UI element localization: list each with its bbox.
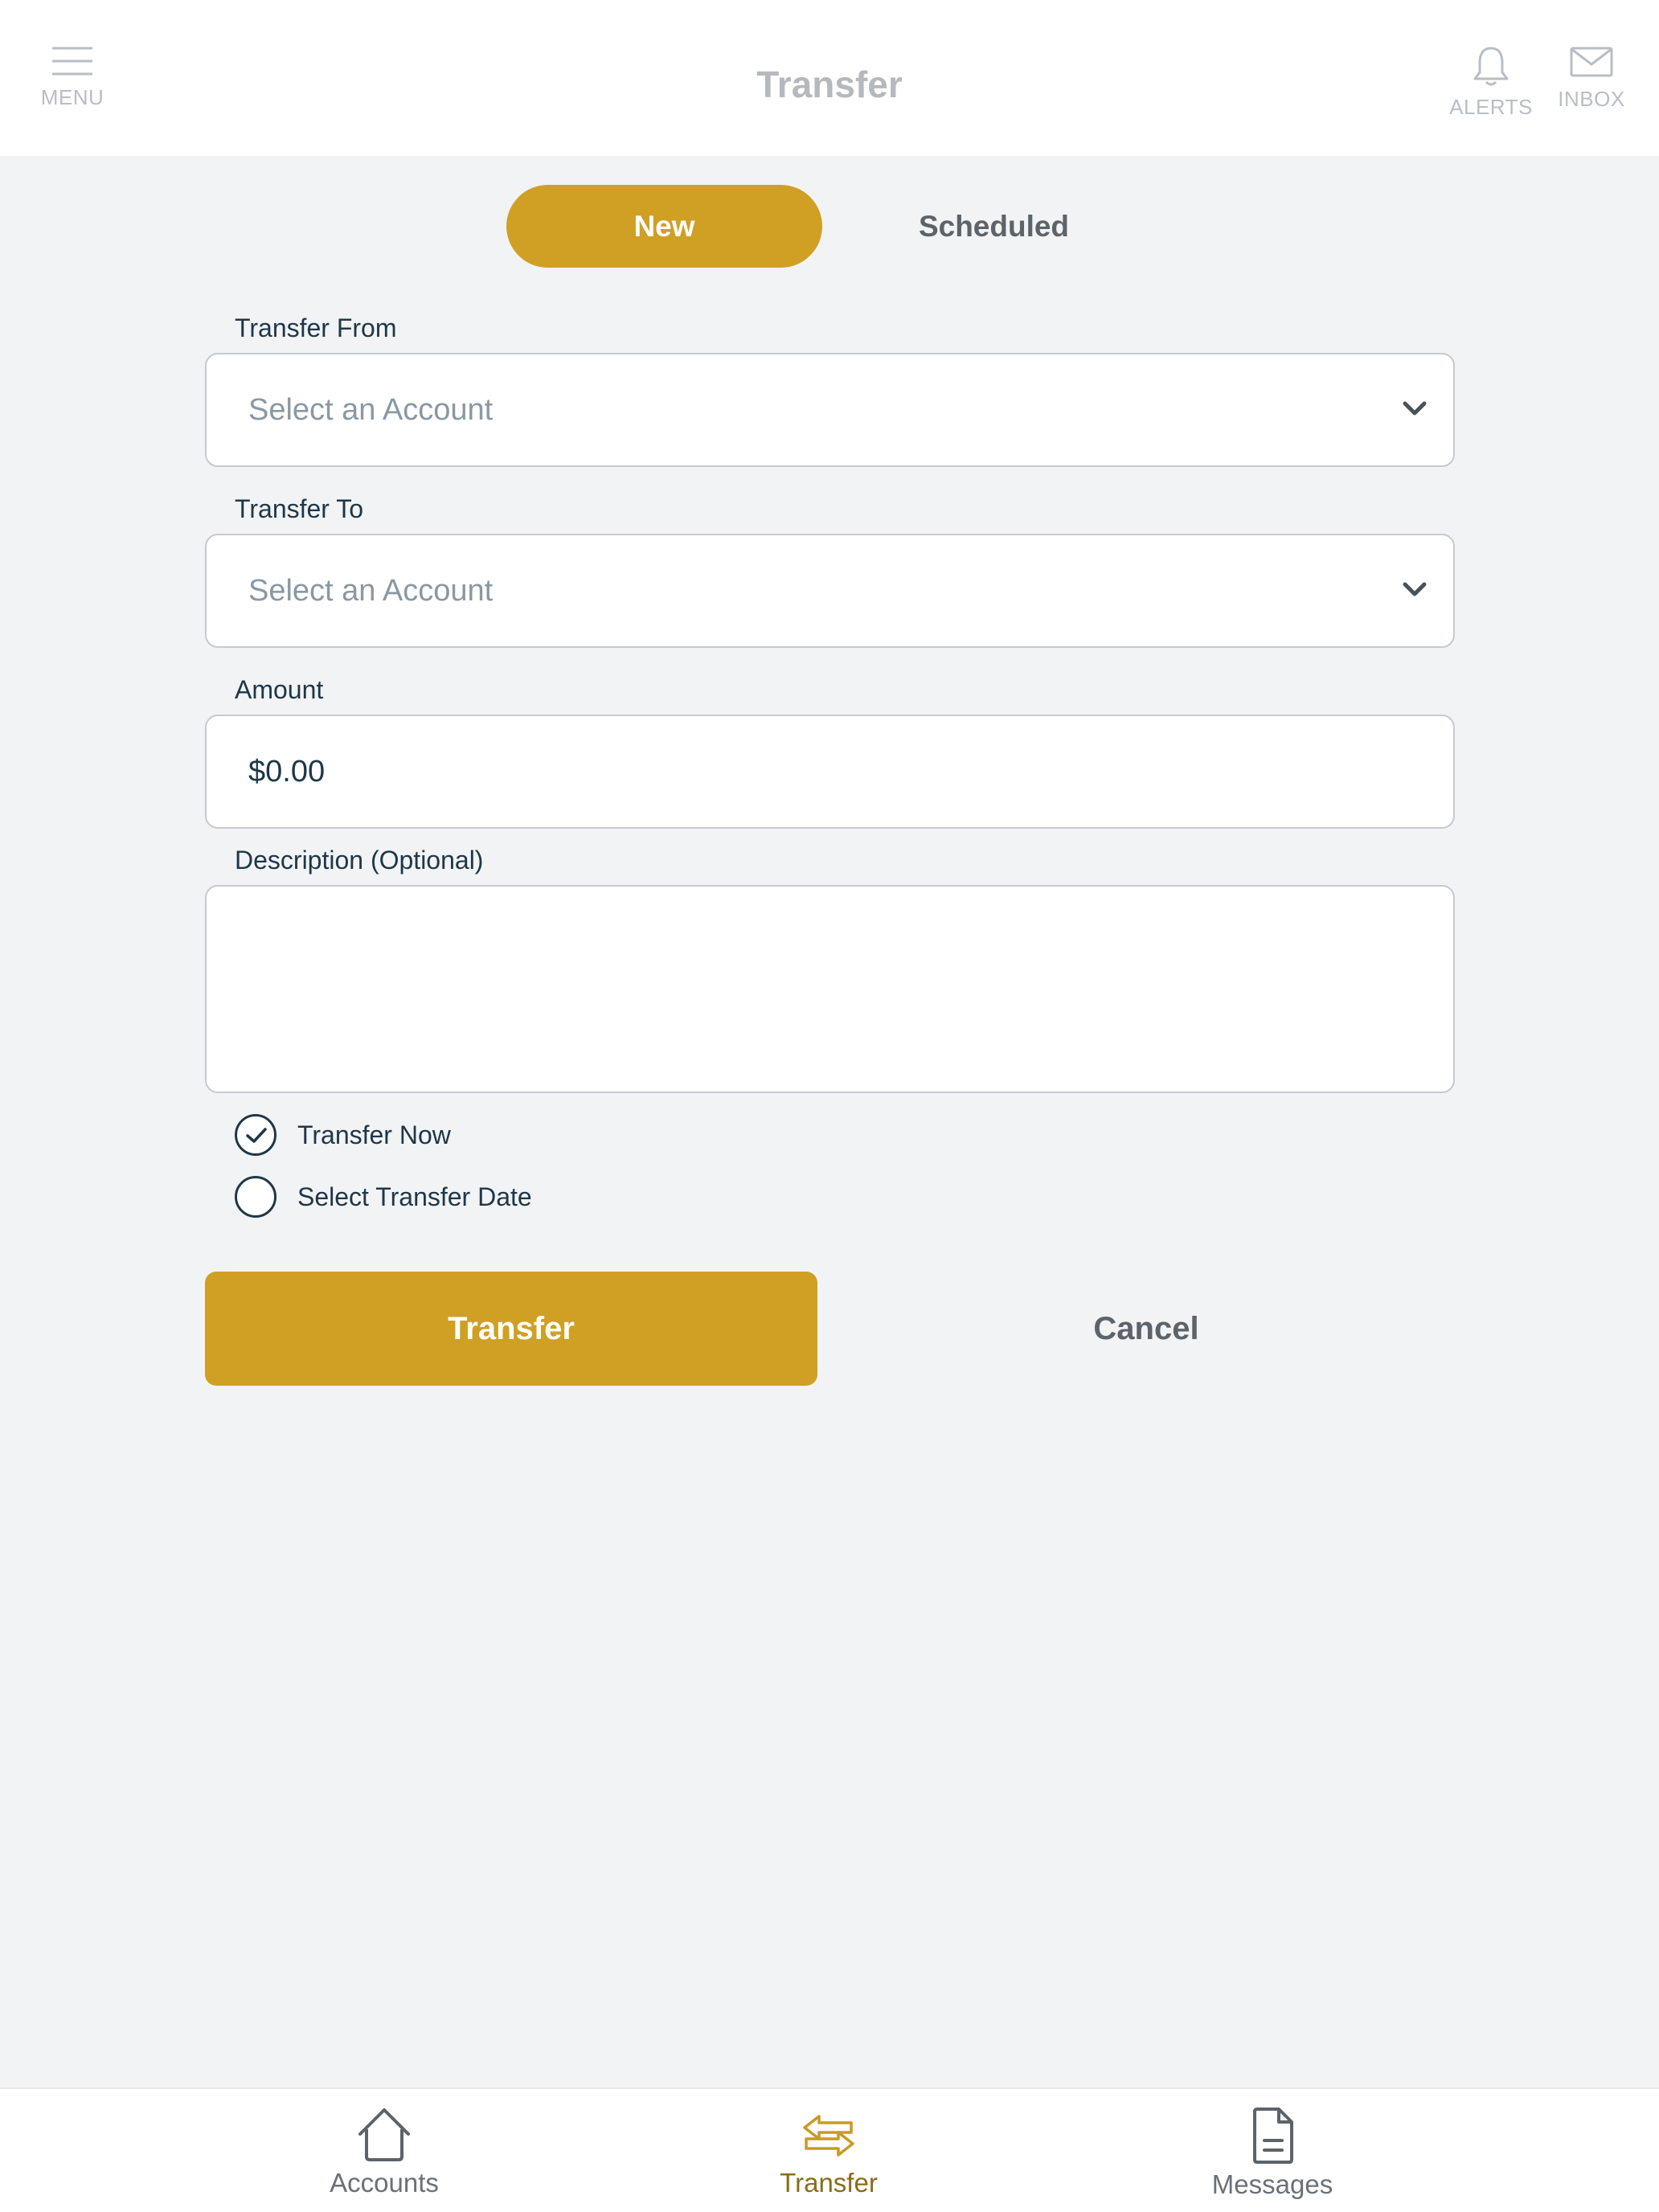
- description-label: Description (Optional): [235, 846, 484, 875]
- bottom-navigation: Accounts Transfer Messages: [0, 2087, 1659, 2212]
- transfer-from-label: Transfer From: [235, 313, 397, 342]
- nav-transfer[interactable]: Transfer: [708, 2107, 949, 2198]
- nav-transfer-label: Transfer: [780, 2168, 878, 2198]
- nav-messages-label: Messages: [1211, 2169, 1333, 2199]
- nav-messages[interactable]: Messages: [1152, 2107, 1393, 2200]
- chevron-down-icon: [1403, 401, 1427, 416]
- amount-label: Amount: [235, 675, 324, 704]
- chevron-down-icon: [1403, 582, 1427, 596]
- select-transfer-date-label: Select Transfer Date: [297, 1182, 532, 1211]
- description-textarea[interactable]: [207, 887, 1453, 1092]
- bell-icon: [1473, 47, 1509, 86]
- transfer-to-label: Transfer To: [235, 494, 364, 523]
- tab-scheduled[interactable]: Scheduled: [836, 185, 1152, 268]
- page-title: Transfer: [756, 63, 903, 105]
- amount-input[interactable]: [207, 716, 1453, 827]
- radio-checked[interactable]: [235, 1114, 276, 1156]
- envelope-icon: [1570, 47, 1613, 77]
- nav-accounts[interactable]: Accounts: [264, 2107, 505, 2198]
- home-icon: [358, 2108, 410, 2161]
- transfer-button[interactable]: Transfer: [205, 1272, 817, 1386]
- transfer-to-placeholder: Select an Account: [248, 574, 494, 608]
- alerts-label: ALERTS: [1449, 95, 1533, 119]
- transfer-from-placeholder: Select an Account: [248, 393, 494, 427]
- cancel-button[interactable]: Cancel: [840, 1272, 1452, 1386]
- transfer-now-label: Transfer Now: [297, 1120, 451, 1149]
- radio-unchecked[interactable]: [235, 1176, 276, 1218]
- nav-accounts-label: Accounts: [330, 2168, 439, 2198]
- inbox-button[interactable]: INBOX: [1551, 45, 1632, 112]
- amount-field-container: [205, 715, 1455, 829]
- transfer-arrows-icon: [803, 2115, 854, 2157]
- transfer-to-select[interactable]: Select an Account: [205, 534, 1455, 648]
- alerts-button[interactable]: ALERTS: [1447, 45, 1535, 120]
- document-icon: [1253, 2108, 1293, 2164]
- checkmark-icon: [246, 1128, 267, 1143]
- inbox-label: INBOX: [1558, 87, 1625, 111]
- transfer-from-select[interactable]: Select an Account: [205, 353, 1455, 467]
- top-header: MENU Transfer ALERTS INBOX: [0, 0, 1659, 156]
- tab-new[interactable]: New: [506, 185, 822, 268]
- description-field-container: [205, 885, 1455, 1093]
